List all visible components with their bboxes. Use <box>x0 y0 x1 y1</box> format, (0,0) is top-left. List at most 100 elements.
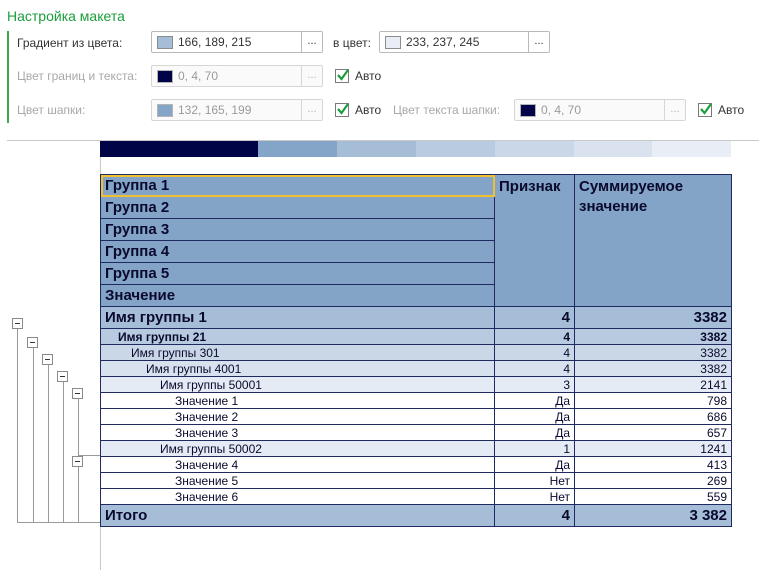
checkmark-icon <box>337 69 349 81</box>
header-group-2[interactable]: Группа 2 <box>100 196 495 219</box>
gradient-swatch-2 <box>258 141 337 157</box>
header-group-3[interactable]: Группа 3 <box>100 218 495 241</box>
settings-title: Настройка макета <box>7 8 125 24</box>
table-row[interactable]: Имя группы 1 4 3382 <box>100 306 732 329</box>
header-sign[interactable]: Признак <box>494 174 575 307</box>
header-color-label: Цвет шапки: <box>17 103 86 117</box>
border-text-color-field[interactable]: 0, 4, 70 <box>151 65 302 87</box>
table-row[interactable]: Значение 5 Нет 269 <box>100 472 732 489</box>
collapse-group-4001-button[interactable] <box>57 371 68 382</box>
row-name: Значение 4 <box>100 456 495 473</box>
table-row[interactable]: Значение 6 Нет 559 <box>100 488 732 505</box>
collapse-group-301-button[interactable] <box>42 354 53 365</box>
gradient-to-swatch <box>385 35 401 49</box>
gradient-from-label: Градиент из цвета: <box>17 36 123 50</box>
row-sum: 3382 <box>574 328 732 345</box>
row-sign: Да <box>494 424 575 441</box>
tree-line <box>17 329 18 523</box>
table-row[interactable]: Значение 2 Да 686 <box>100 408 732 425</box>
gradient-to-picker-button[interactable]: ... <box>529 31 550 53</box>
header-sum[interactable]: Суммируемое значение <box>574 174 732 307</box>
table-row[interactable]: Значение 4 Да 413 <box>100 456 732 473</box>
row-name: Значение 1 <box>100 392 495 409</box>
header-value[interactable]: Значение <box>100 284 495 307</box>
row-name: Значение 6 <box>100 488 495 505</box>
header-text-color-label: Цвет текста шапки: <box>393 103 501 117</box>
table-row[interactable]: Имя группы 50002 1 1241 <box>100 440 732 457</box>
row-sum: 1241 <box>574 440 732 457</box>
row-name: Имя группы 50001 <box>100 376 495 393</box>
total-sum: 3 382 <box>574 504 732 527</box>
gradient-swatch-4 <box>416 141 495 157</box>
gradient-swatch-7 <box>652 141 731 157</box>
gradient-swatch-3 <box>337 141 416 157</box>
header-color-value: 132, 165, 199 <box>178 103 252 117</box>
row-sum: 657 <box>574 424 732 441</box>
row-name: Имя группы 1 <box>100 306 495 329</box>
total-row[interactable]: Итого 4 3 382 <box>100 504 732 527</box>
row-sign: 4 <box>494 306 575 329</box>
header-color-swatch <box>157 103 173 117</box>
row-name: Значение 5 <box>100 472 495 489</box>
border-text-color-value: 0, 4, 70 <box>178 69 219 83</box>
row-name: Значение 3 <box>100 424 495 441</box>
row-sum: 3382 <box>574 306 732 329</box>
header-color-auto-checkbox[interactable] <box>335 103 349 117</box>
header-color-picker-button[interactable]: ... <box>302 99 323 121</box>
table-row[interactable]: Имя группы 301 4 3382 <box>100 344 732 361</box>
row-sign: 3 <box>494 376 575 393</box>
border-text-auto-checkbox[interactable] <box>335 69 349 83</box>
tree-line <box>78 467 79 523</box>
border-text-color-label: Цвет границ и текста: <box>17 69 138 83</box>
settings-accent-bar <box>7 31 9 123</box>
gradient-from-picker-button[interactable]: ... <box>302 31 323 53</box>
header-text-color-picker-button[interactable]: ... <box>665 99 686 121</box>
row-sign: 1 <box>494 440 575 457</box>
checkmark-icon <box>337 103 349 115</box>
collapse-group-21-button[interactable] <box>27 337 38 348</box>
border-text-auto-label: Авто <box>355 69 382 83</box>
row-sign: Нет <box>494 488 575 505</box>
table-row[interactable]: Имя группы 50001 3 2141 <box>100 376 732 393</box>
total-name: Итого <box>100 504 495 527</box>
header-text-color-field[interactable]: 0, 4, 70 <box>514 99 665 121</box>
gradient-from-value: 166, 189, 215 <box>178 35 252 49</box>
table-row[interactable]: Имя группы 21 4 3382 <box>100 328 732 345</box>
collapse-group-50001-button[interactable] <box>72 388 83 399</box>
header-group-5[interactable]: Группа 5 <box>100 262 495 285</box>
border-text-color-swatch <box>157 69 173 83</box>
gradient-to-value: 233, 237, 245 <box>406 35 480 49</box>
border-text-color-picker-button[interactable]: ... <box>302 65 323 87</box>
collapse-group-1-button[interactable] <box>12 318 23 329</box>
total-sign: 4 <box>494 504 575 527</box>
header-color-auto-label: Авто <box>355 103 382 117</box>
gradient-swatch-1 <box>100 141 258 157</box>
table-row[interactable]: Значение 3 Да 657 <box>100 424 732 441</box>
gradient-swatch-6 <box>574 141 652 157</box>
row-sign: Да <box>494 408 575 425</box>
row-name: Имя группы 301 <box>100 344 495 361</box>
header-group-1[interactable]: Группа 1 <box>100 174 495 197</box>
table-row[interactable]: Имя группы 4001 4 3382 <box>100 360 732 377</box>
header-group-4[interactable]: Группа 4 <box>100 240 495 263</box>
row-sum: 3382 <box>574 360 732 377</box>
header-text-color-value: 0, 4, 70 <box>541 103 582 117</box>
header-text-color-swatch <box>520 103 536 117</box>
row-name: Значение 2 <box>100 408 495 425</box>
gradient-to-field[interactable]: 233, 237, 245 <box>379 31 529 53</box>
header-text-auto-checkbox[interactable] <box>698 103 712 117</box>
header-color-field[interactable]: 132, 165, 199 <box>151 99 302 121</box>
gradient-from-swatch <box>157 35 173 49</box>
table-row[interactable]: Значение 1 Да 798 <box>100 392 732 409</box>
tree-line <box>78 399 79 455</box>
gradient-from-field[interactable]: 166, 189, 215 <box>151 31 302 53</box>
row-sum: 269 <box>574 472 732 489</box>
tree-line <box>63 382 64 523</box>
row-sum: 2141 <box>574 376 732 393</box>
row-sum: 413 <box>574 456 732 473</box>
collapse-group-50002-button[interactable] <box>72 456 83 467</box>
row-sign: Нет <box>494 472 575 489</box>
row-sum: 686 <box>574 408 732 425</box>
row-sign: 4 <box>494 344 575 361</box>
row-sum: 559 <box>574 488 732 505</box>
